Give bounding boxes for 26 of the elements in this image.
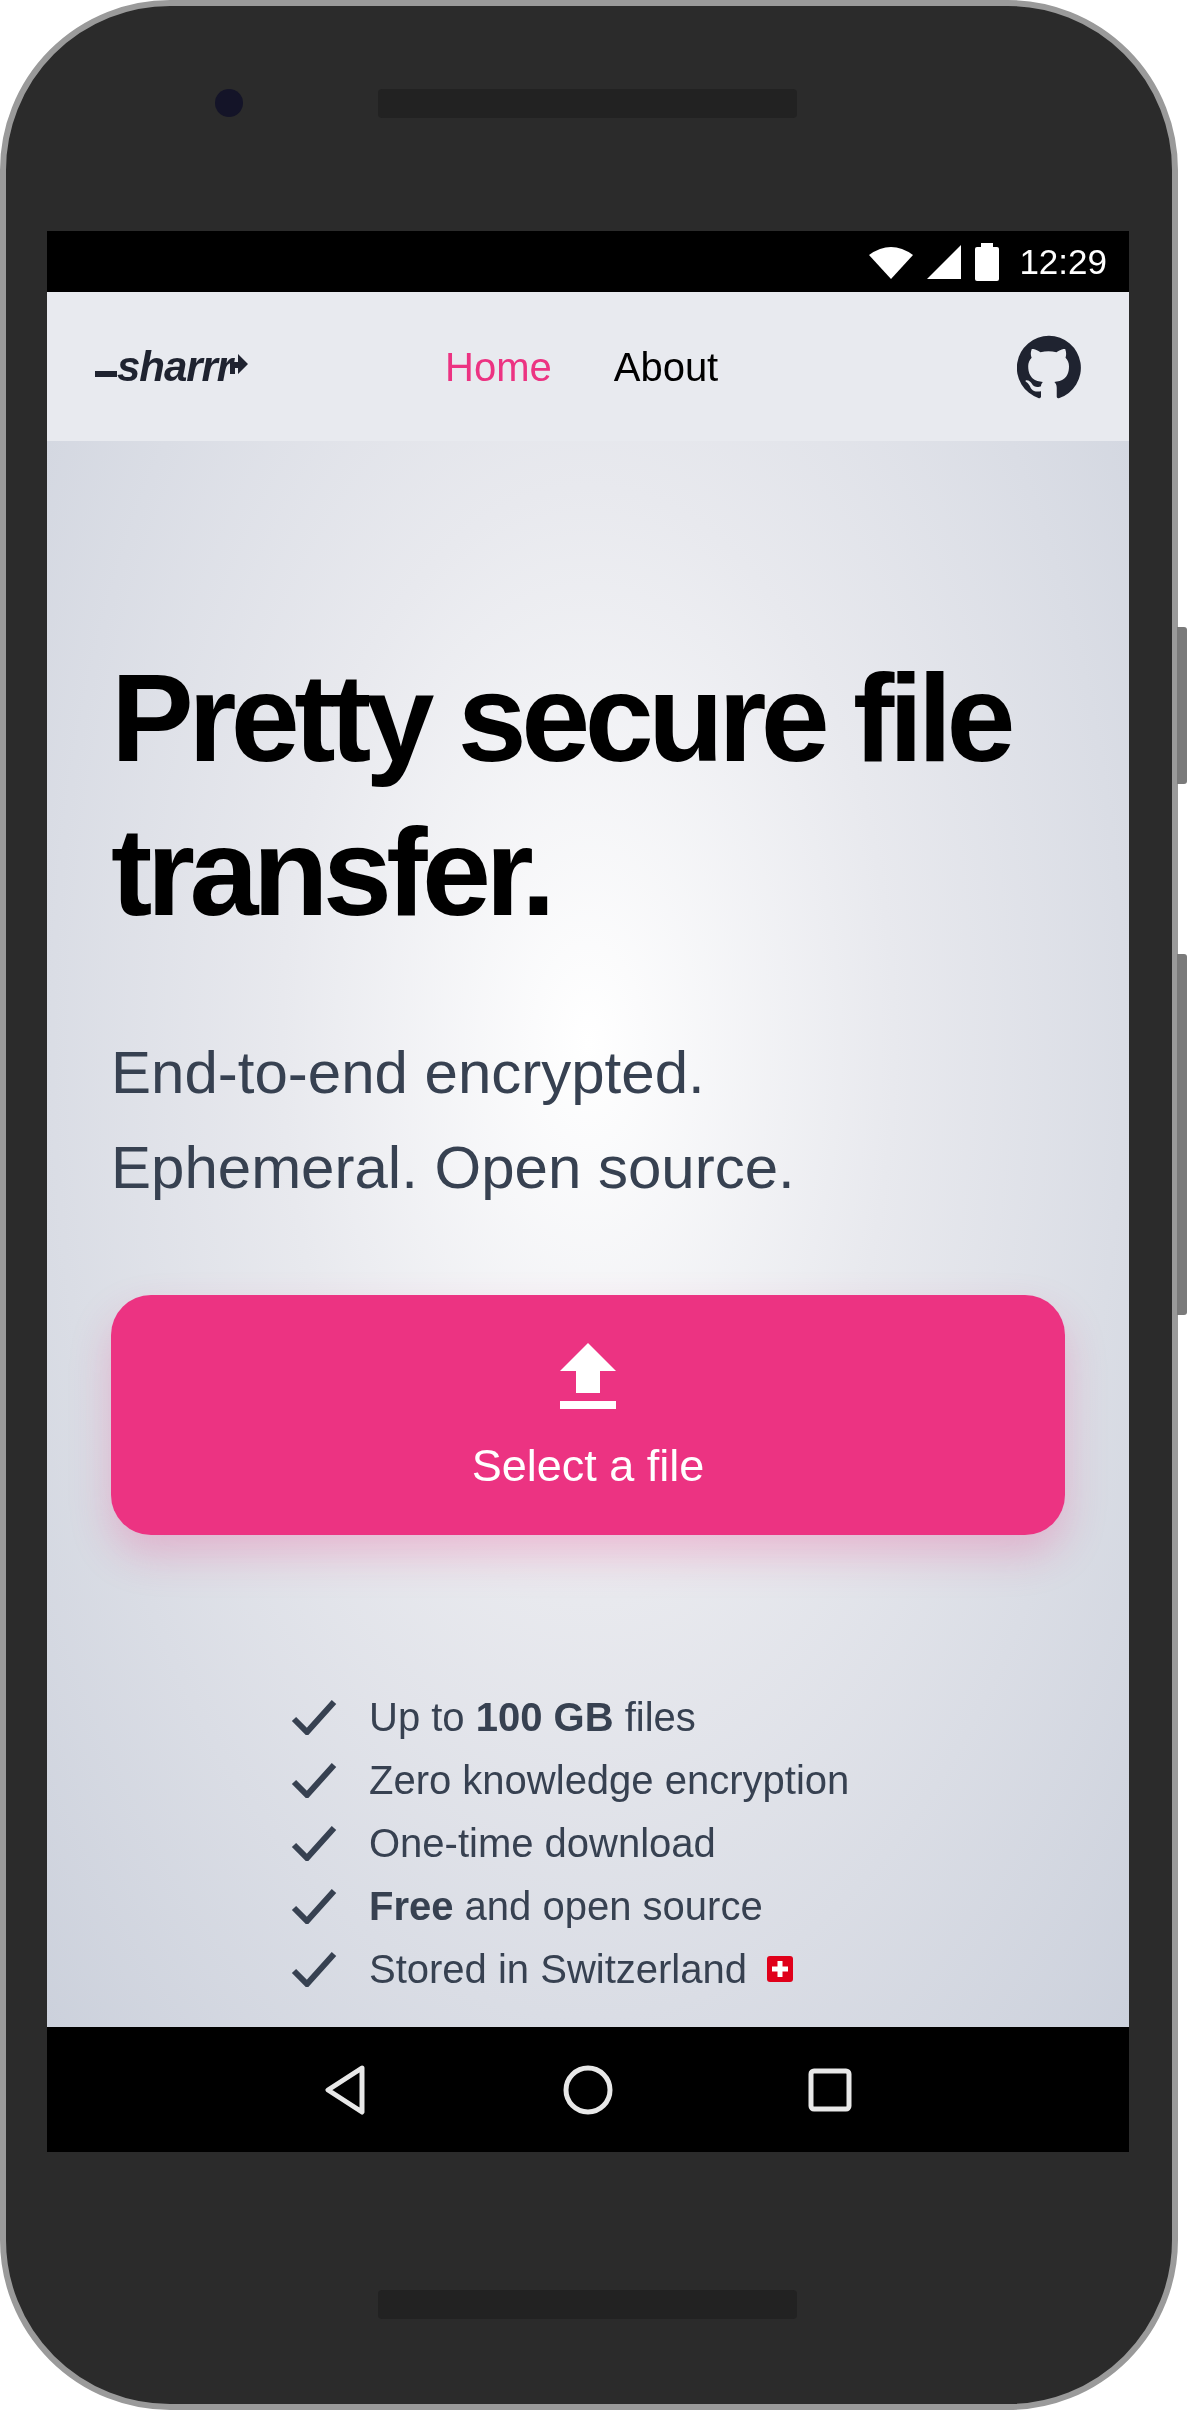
recents-icon[interactable] [807,2067,852,2112]
hero-subtitle: Ephemeral. Open source. [111,1133,796,1203]
check-icon [291,1887,337,1924]
status-time: 12:29 [1019,244,1107,279]
wifi-icon [869,244,914,279]
check-icon [291,1950,337,1987]
nav-link[interactable]: About [613,346,719,387]
check-icon [291,1698,337,1735]
home-icon[interactable] [563,2064,613,2115]
check-icon [291,1824,337,1861]
upload-icon [560,1342,616,1409]
feature-text: Zero knowledge encryption [369,1756,850,1804]
signal-icon [927,244,962,279]
hero-subtitle: End-to-end encrypted. [111,1038,706,1108]
check-icon [291,1761,337,1798]
feature-text: Free and open source [369,1882,763,1930]
hero-title: Pretty secure file transfer. [111,648,1012,943]
feature-text: Up to 100 GB files [369,1693,696,1741]
logo[interactable]: sharrr [95,345,295,388]
github-icon[interactable] [1017,334,1081,399]
flag-icon [766,1955,793,1982]
camera-icon [215,89,243,117]
select-file-button[interactable]: Select a file [111,1295,1065,1535]
battery-icon [975,242,1000,281]
feature-text: One-time download [369,1819,716,1867]
feature-text: Stored in Switzerland [369,1945,747,1993]
